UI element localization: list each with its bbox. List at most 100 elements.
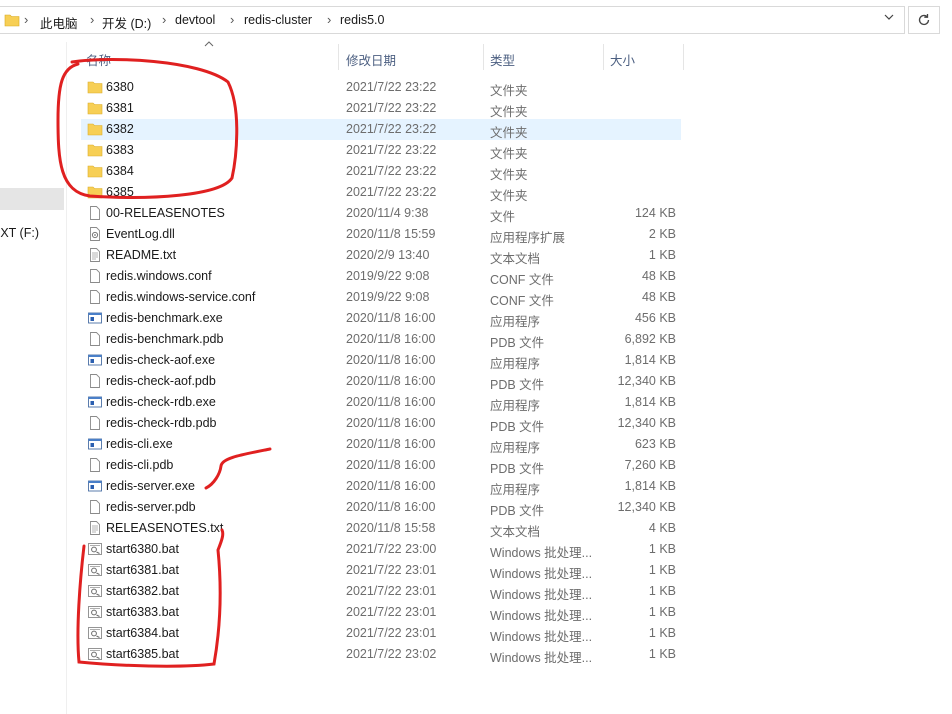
column-divider[interactable] — [603, 44, 604, 70]
file-size: 1 KB — [648, 626, 676, 640]
column-header-size[interactable]: 大小 — [610, 50, 635, 70]
file-type: PDB 文件 — [490, 336, 545, 350]
file-name: redis-check-aof.pdb — [106, 374, 216, 388]
file-size: 12,340 KB — [617, 416, 676, 430]
nav-selected-item[interactable] — [0, 188, 64, 210]
file-row[interactable]: 6381 2021/7/22 23:22 文件夹 — [81, 98, 681, 119]
file-type: 应用程序扩展 — [490, 231, 566, 245]
file-size: 1 KB — [648, 647, 676, 661]
file-type: 应用程序 — [490, 315, 541, 329]
breadcrumb-devtool[interactable]: devtool — [175, 13, 215, 27]
file-row[interactable]: RELEASENOTES.txt 2020/11/8 15:58 文本文档 4 KB — [81, 518, 681, 539]
chevron-down-icon[interactable] — [884, 12, 894, 24]
file-row[interactable]: 6383 2021/7/22 23:22 文件夹 — [81, 140, 681, 161]
file-row[interactable]: 6385 2021/7/22 23:22 文件夹 — [81, 182, 681, 203]
refresh-icon — [918, 14, 930, 26]
file-icon — [87, 331, 103, 347]
file-row[interactable]: redis-check-aof.exe 2020/11/8 16:00 应用程序 1,… — [81, 350, 681, 371]
file-name: redis-server.pdb — [106, 500, 196, 514]
file-row[interactable]: redis-check-aof.pdb 2020/11/8 16:00 PDB 文件… — [81, 371, 681, 392]
file-row[interactable]: start6385.bat 2021/7/22 23:02 Windows 批处理.… — [81, 644, 681, 665]
file-date: 2019/9/22 9:08 — [346, 269, 430, 283]
file-row[interactable]: 00-RELEASENOTES 2020/11/4 9:38 文件 124 KB — [81, 203, 681, 224]
file-row[interactable]: redis-server.pdb 2020/11/8 16:00 PDB 文件 12,… — [81, 497, 681, 518]
column-header-type[interactable]: 类型 — [490, 50, 515, 70]
file-row[interactable]: start6384.bat 2021/7/22 23:01 Windows 批处理.… — [81, 623, 681, 644]
file-type: Windows 批处理... — [490, 567, 593, 581]
file-row[interactable]: redis-cli.exe 2020/11/8 16:00 应用程序 623 KB — [81, 434, 681, 455]
file-type: 文件夹 — [490, 84, 528, 98]
file-size: 1 KB — [648, 584, 676, 598]
breadcrumb-redis5[interactable]: redis5.0 — [340, 13, 384, 27]
batch-file-icon — [87, 625, 103, 641]
column-divider[interactable] — [683, 44, 684, 70]
file-row[interactable]: 6384 2021/7/22 23:22 文件夹 — [81, 161, 681, 182]
batch-file-icon — [87, 583, 103, 599]
file-size: 12,340 KB — [617, 374, 676, 388]
file-name: 6381 — [106, 101, 134, 115]
file-size: 48 KB — [641, 290, 676, 304]
folder-icon — [87, 184, 103, 200]
file-size: 1 KB — [648, 563, 676, 577]
file-name: start6380.bat — [106, 542, 179, 556]
file-type: PDB 文件 — [490, 504, 545, 518]
folder-icon — [87, 79, 103, 95]
file-row[interactable]: start6381.bat 2021/7/22 23:01 Windows 批处理.… — [81, 560, 681, 581]
file-type: 文件 — [490, 210, 516, 224]
file-size: 456 KB — [634, 311, 676, 325]
batch-file-icon — [87, 541, 103, 557]
file-name: redis-server.exe — [106, 479, 195, 493]
breadcrumb-this-pc[interactable]: 此电脑 — [40, 13, 78, 32]
file-date: 2021/7/22 23:22 — [346, 80, 437, 94]
file-size: 2 KB — [648, 227, 676, 241]
file-row[interactable]: README.txt 2020/2/9 13:40 文本文档 1 KB — [81, 245, 681, 266]
file-name: redis.windows.conf — [106, 269, 212, 283]
file-row[interactable]: 6382 2021/7/22 23:22 文件夹 — [81, 119, 681, 140]
file-row[interactable]: 6380 2021/7/22 23:22 文件夹 — [81, 77, 681, 98]
file-row[interactable]: redis-benchmark.pdb 2020/11/8 16:00 PDB 文件… — [81, 329, 681, 350]
column-header-date[interactable]: 修改日期 — [346, 50, 396, 70]
file-name: start6381.bat — [106, 563, 179, 577]
file-row[interactable]: redis-server.exe 2020/11/8 16:00 应用程序 1,814… — [81, 476, 681, 497]
file-date: 2020/11/8 16:00 — [346, 458, 436, 472]
file-row[interactable]: start6383.bat 2021/7/22 23:01 Windows 批处理.… — [81, 602, 681, 623]
file-name: start6383.bat — [106, 605, 179, 619]
file-date: 2020/11/8 16:00 — [346, 479, 436, 493]
file-date: 2020/11/8 16:00 — [346, 311, 436, 325]
file-row[interactable]: redis-cli.pdb 2020/11/8 16:00 PDB 文件 7,260 … — [81, 455, 681, 476]
file-name: start6385.bat — [106, 647, 179, 661]
file-row[interactable]: redis.windows.conf 2019/9/22 9:08 CONF 文件 4… — [81, 266, 681, 287]
file-row[interactable]: start6380.bat 2021/7/22 23:00 Windows 批处理.… — [81, 539, 681, 560]
file-date: 2020/11/8 16:00 — [346, 353, 436, 367]
file-row[interactable]: redis-check-rdb.pdb 2020/11/8 16:00 PDB 文件… — [81, 413, 681, 434]
batch-file-icon — [87, 604, 103, 620]
file-row[interactable]: redis-benchmark.exe 2020/11/8 16:00 应用程序 45… — [81, 308, 681, 329]
refresh-button[interactable] — [908, 6, 940, 34]
column-header-name[interactable]: 名称 — [86, 50, 111, 70]
file-name: redis-benchmark.exe — [106, 311, 223, 325]
file-size: 1 KB — [648, 605, 676, 619]
file-type: 文件夹 — [490, 147, 528, 161]
file-name: start6384.bat — [106, 626, 179, 640]
exe-icon — [87, 436, 103, 452]
file-row[interactable]: redis.windows-service.conf 2019/9/22 9:08… — [81, 287, 681, 308]
file-size: 1 KB — [648, 248, 676, 262]
file-type: Windows 批处理... — [490, 630, 593, 644]
file-row[interactable]: redis-check-rdb.exe 2020/11/8 16:00 应用程序 1,… — [81, 392, 681, 413]
file-row[interactable]: start6382.bat 2021/7/22 23:01 Windows 批处理.… — [81, 581, 681, 602]
file-row[interactable]: EventLog.dll 2020/11/8 15:59 应用程序扩展 2 KB — [81, 224, 681, 245]
column-divider[interactable] — [483, 44, 484, 70]
breadcrumb-redis-cluster[interactable]: redis-cluster — [244, 13, 312, 27]
file-date: 2021/7/22 23:22 — [346, 164, 437, 178]
file-date: 2021/7/22 23:01 — [346, 584, 437, 598]
file-date: 2019/9/22 9:08 — [346, 290, 430, 304]
breadcrumb-separator-icon: › — [24, 12, 29, 27]
file-date: 2021/7/22 23:22 — [346, 122, 437, 136]
breadcrumb-drive-d[interactable]: 开发 (D:) — [102, 13, 151, 32]
file-size: 623 KB — [634, 437, 676, 451]
file-size: 1,814 KB — [624, 395, 676, 409]
nav-item-drive-f[interactable]: EXT (F:) — [0, 226, 39, 240]
column-divider[interactable] — [338, 44, 339, 70]
file-date: 2021/7/22 23:22 — [346, 185, 437, 199]
file-icon — [87, 205, 103, 221]
